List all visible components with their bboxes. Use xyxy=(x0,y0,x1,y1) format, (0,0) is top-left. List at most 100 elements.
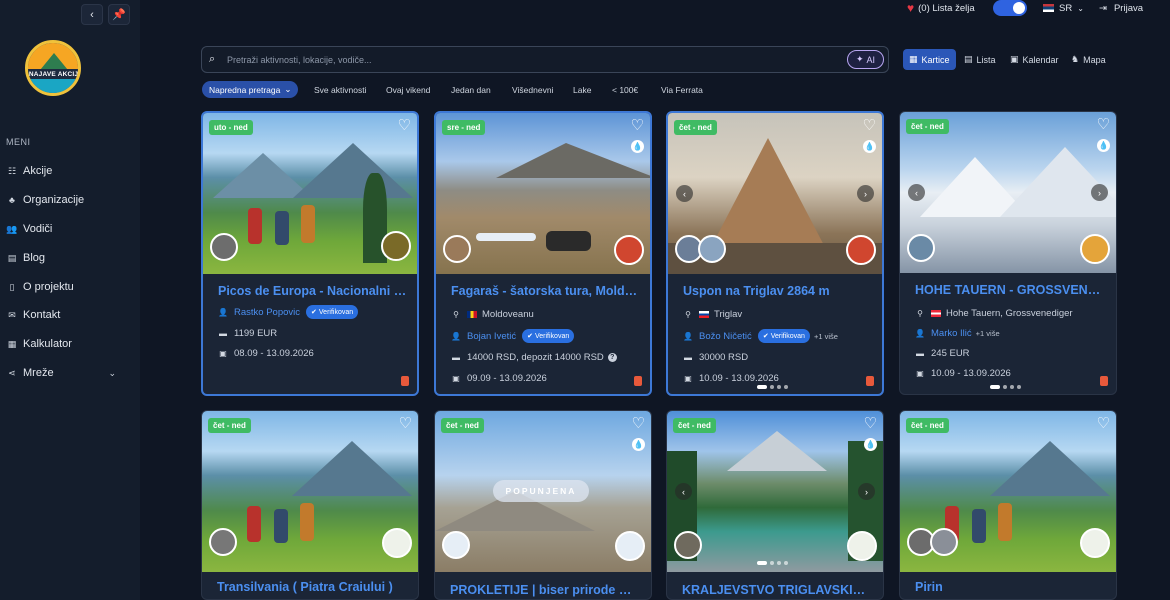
pin-sidebar-button[interactable]: 📌 xyxy=(108,4,130,25)
wishlist-link[interactable]: ♥ (0) Lista želja xyxy=(907,1,975,15)
avatar[interactable] xyxy=(930,528,958,556)
pin-icon: 📌 xyxy=(112,9,126,21)
sitemap-icon: ♣ xyxy=(9,195,15,205)
heart-icon[interactable]: ♡ xyxy=(863,118,876,133)
tab-mapa[interactable]: ♞ Mapa xyxy=(1065,49,1112,70)
guide-link[interactable]: Rastko Popovic xyxy=(234,307,300,318)
avatar[interactable] xyxy=(674,531,702,559)
avatar[interactable] xyxy=(907,234,935,262)
card-title[interactable]: Uspon na Triglav 2864 m xyxy=(683,284,873,298)
filter-chip[interactable]: Lake xyxy=(573,81,591,98)
filter-chip[interactable]: Sve aktivnosti xyxy=(314,81,366,98)
heart-icon[interactable]: ♡ xyxy=(864,416,877,431)
next-image-button[interactable]: › xyxy=(857,185,874,202)
organization-logo[interactable] xyxy=(1080,528,1110,558)
price-row: ▬ 14000 RSD, depozit 14000 RSD? xyxy=(450,349,646,365)
collapse-sidebar-button[interactable]: ‹ xyxy=(81,4,103,25)
prev-image-button[interactable]: ‹ xyxy=(676,185,693,202)
card-title[interactable]: Fagaraš - šatorska tura, Moldoveanu xyxy=(451,284,641,298)
activity-card[interactable]: sre - ned ♡ 💧 Fagaraš - šatorska tura, M… xyxy=(434,111,652,396)
prev-image-button[interactable]: ‹ xyxy=(908,184,925,201)
heart-icon[interactable]: ♡ xyxy=(632,416,645,431)
magic-wand-icon: ✦ xyxy=(855,54,864,64)
organization-logo[interactable] xyxy=(846,235,876,265)
filter-chip[interactable]: Ovaj vikend xyxy=(386,81,430,98)
sidebar-item-akcije[interactable]: ☷ Akcije xyxy=(6,162,126,180)
brand-logo[interactable]: NAJAVE AKCIJA xyxy=(25,40,81,96)
activity-card[interactable]: čet - ned ♡ 💧 ‹ › HOHE TAUERN - GROSSVEN… xyxy=(899,111,1117,395)
calendar-icon: ▣ xyxy=(916,368,924,378)
tab-lista[interactable]: ▤ Lista xyxy=(958,49,1002,70)
filter-chip[interactable]: < 100€ xyxy=(612,81,638,98)
heart-icon[interactable]: ♡ xyxy=(631,118,644,133)
next-image-button[interactable]: › xyxy=(1091,184,1108,201)
dates-row: ▣ 10.09 - 13.09.2026 xyxy=(914,365,1110,381)
language-select[interactable]: SR ⌄ xyxy=(1043,1,1084,15)
organization-logo[interactable] xyxy=(381,231,411,261)
card-title[interactable]: Picos de Europa - Nacionalni park xyxy=(218,284,408,298)
tab-kalendar[interactable]: ▣ Kalendar xyxy=(1004,49,1065,70)
carousel-dots xyxy=(757,561,788,565)
next-image-button[interactable]: › xyxy=(858,483,875,500)
login-link[interactable]: ⇥ Prijava xyxy=(1099,1,1143,15)
chevron-left-icon: ‹ xyxy=(90,8,94,21)
dates-row: ▣ 10.09 - 13.09.2026 xyxy=(682,370,878,386)
activity-card[interactable]: čet - ned ♡ 💧 POPUNJENA PROKLETIJE | bis… xyxy=(434,410,652,600)
user-icon: 👤 xyxy=(915,328,925,338)
card-title[interactable]: HOHE TAUERN - GROSSVENEDIGER xyxy=(915,283,1105,297)
theme-toggle[interactable] xyxy=(993,0,1027,16)
days-badge: čet - ned xyxy=(906,119,949,134)
sidebar-item-kontakt[interactable]: ✉ Kontakt xyxy=(6,306,126,324)
location-row: ⚲ Triglav xyxy=(682,306,878,322)
avatar[interactable] xyxy=(442,531,470,559)
sidebar-item-mreze[interactable]: ⋖ Mreže ⌄ xyxy=(6,364,126,382)
tab-kartice[interactable]: ▦ Kartice xyxy=(903,49,956,70)
organization-logo[interactable] xyxy=(382,528,412,558)
organization-logo[interactable] xyxy=(614,235,644,265)
card-title[interactable]: KRALJEVSTVO TRIGLAVSKIH JEZERA xyxy=(682,583,872,597)
avatar[interactable] xyxy=(443,235,471,263)
sidebar-item-kalkulator[interactable]: ▦ Kalkulator xyxy=(6,335,126,353)
map-pin-icon: ⚲ xyxy=(453,309,459,319)
heart-icon[interactable]: ♡ xyxy=(398,118,411,133)
water-drop-icon: 💧 xyxy=(632,438,645,451)
sidebar-item-o-projektu[interactable]: ▯ O projektu xyxy=(6,278,126,296)
organization-logo[interactable] xyxy=(615,531,645,561)
card-title[interactable]: PROKLETIJE | biser prirode Balkana xyxy=(450,583,640,597)
filter-chip[interactable]: Via Ferrata xyxy=(661,81,703,98)
avatar[interactable] xyxy=(698,235,726,263)
price-row: ▬ 1199 EUR xyxy=(219,327,278,339)
sidebar-item-blog[interactable]: ▤ Blog xyxy=(6,249,126,267)
days-badge: čet - ned xyxy=(441,418,484,433)
help-icon[interactable]: ? xyxy=(607,352,617,362)
organization-logo[interactable] xyxy=(847,531,877,561)
prev-image-button[interactable]: ‹ xyxy=(675,483,692,500)
guide-link[interactable]: Bojan Ivetić xyxy=(467,331,516,342)
ai-search-button[interactable]: ✦ AI xyxy=(847,50,884,69)
avatar[interactable] xyxy=(210,233,238,261)
days-badge: sre - ned xyxy=(442,120,486,135)
heart-icon[interactable]: ♡ xyxy=(399,416,412,431)
card-title[interactable]: Pirin xyxy=(915,580,1105,594)
organization-logo[interactable] xyxy=(1080,234,1110,264)
days-badge: čet - ned xyxy=(906,418,949,433)
heart-icon[interactable]: ♡ xyxy=(1097,117,1110,132)
avatar[interactable] xyxy=(209,528,237,556)
card-title[interactable]: Transilvania ( Piatra Craiului ) xyxy=(217,580,407,594)
days-badge: čet - ned xyxy=(673,418,716,433)
filter-chip[interactable]: Jedan dan xyxy=(451,81,491,98)
activity-card[interactable]: čet - ned ♡ Transilvania ( Piatra Craiul… xyxy=(201,410,419,600)
sidebar-item-organizacije[interactable]: ♣ Organizacije xyxy=(6,191,126,209)
filter-chip[interactable]: Višednevni xyxy=(512,81,553,98)
search-input[interactable] xyxy=(227,54,847,65)
price-row: ▬ 30000 RSD xyxy=(684,351,749,363)
activity-card[interactable]: čet - ned ♡ 💧 ‹ › KRALJEVSTVO TRIGLAVSKI… xyxy=(666,410,884,600)
advanced-search-filter[interactable]: Napredna pretraga ⌄ xyxy=(202,81,299,98)
guide-link[interactable]: Božo Ničetić xyxy=(699,331,752,342)
guide-link[interactable]: Marko Ilić xyxy=(931,328,972,339)
activity-card[interactable]: čet - ned ♡ Pirin xyxy=(899,410,1117,600)
activity-card[interactable]: čet - ned ♡ 💧 ‹ › Uspon na Triglav 2864 … xyxy=(666,111,884,396)
heart-icon[interactable]: ♡ xyxy=(1097,416,1110,431)
activity-card[interactable]: uto - ned ♡ Picos de Europa - Nacionalni… xyxy=(201,111,419,396)
sidebar-item-vodici[interactable]: 👥 Vodiči xyxy=(6,220,126,238)
